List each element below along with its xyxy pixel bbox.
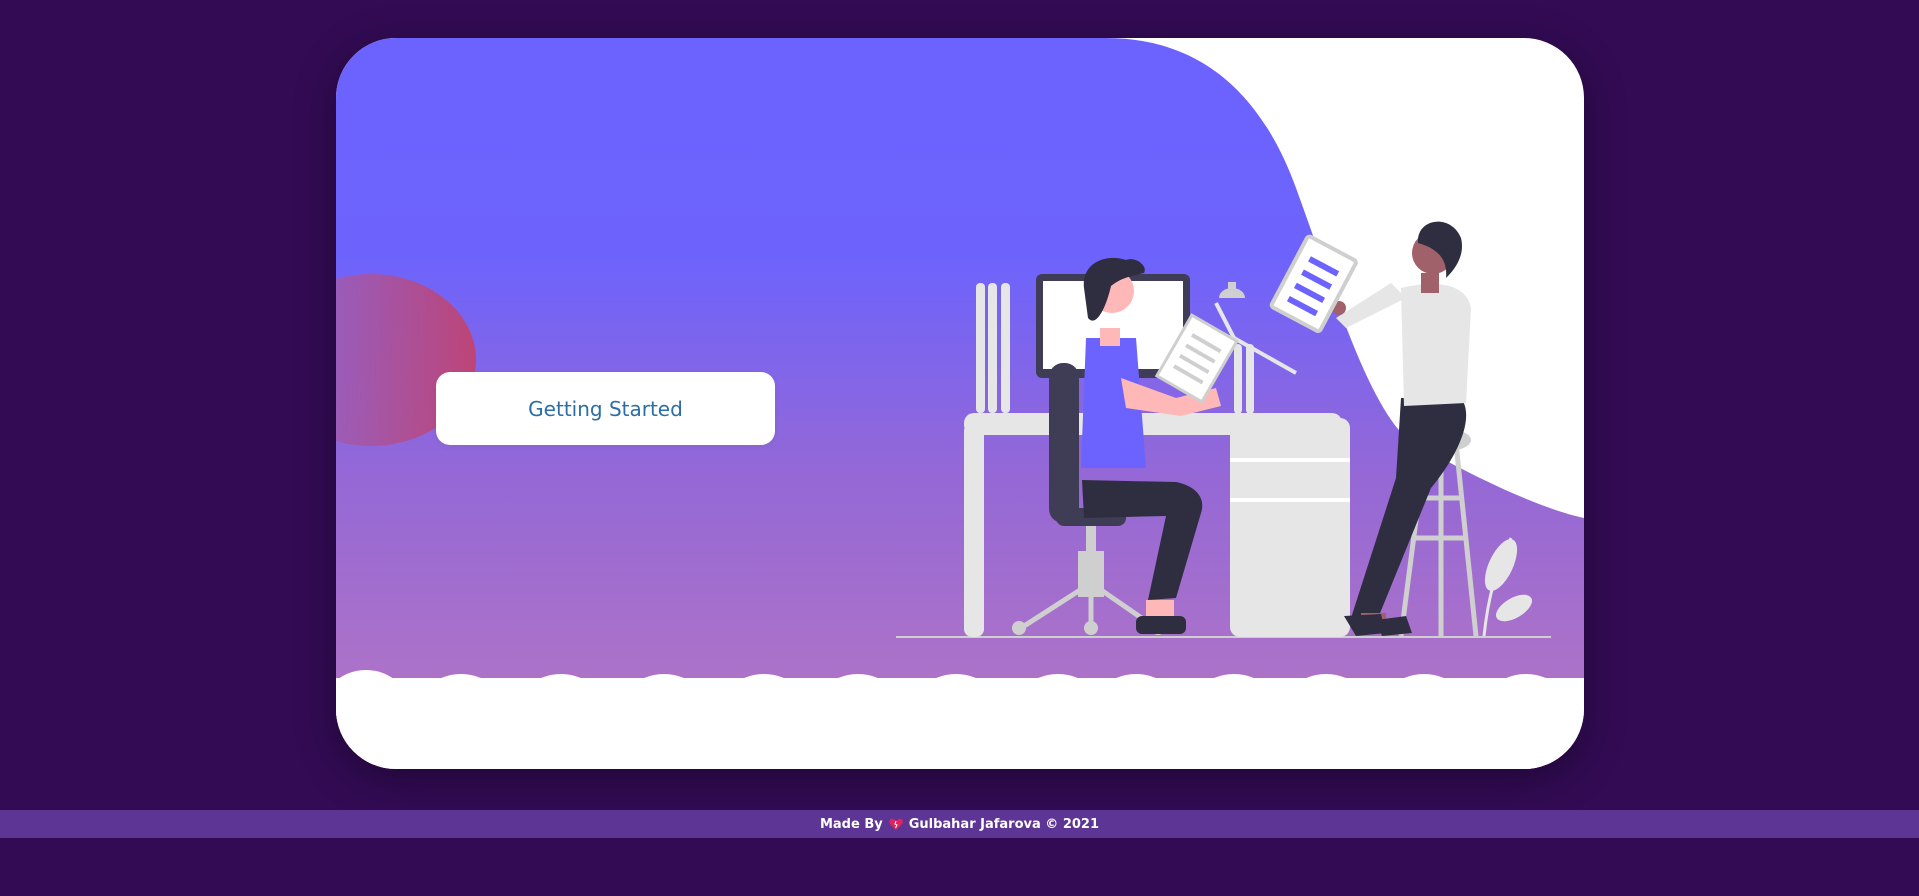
getting-started-button[interactable]: Getting Started <box>436 372 775 445</box>
broken-heart-icon <box>888 818 903 831</box>
hero-card: Getting Started <box>336 38 1584 769</box>
cloud-scallops <box>336 670 1584 769</box>
author-credit-text: Gulbahar Jafarova © 2021 <box>908 816 1100 832</box>
footer: Made By Gulbahar Jafarova © 2021 <box>0 810 1919 838</box>
getting-started-label: Getting Started <box>528 396 683 421</box>
page: Getting Started Made By Gulbahar Jafarov… <box>0 0 1919 896</box>
made-by-label: Made By <box>819 816 883 832</box>
